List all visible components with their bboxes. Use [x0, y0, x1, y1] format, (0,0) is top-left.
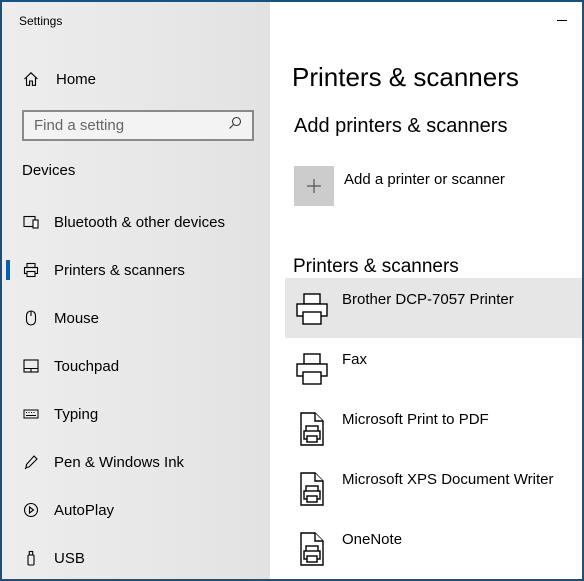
sidebar-item-label: Bluetooth & other devices — [54, 213, 225, 231]
sidebar-item-printers[interactable]: Printers & scanners — [2, 246, 270, 294]
sidebar-item-label: AutoPlay — [54, 501, 115, 519]
sidebar-item-typing[interactable]: Typing — [2, 390, 270, 438]
printer-name: Brother DCP-7057 Printer — [342, 291, 514, 308]
printer-icon — [23, 262, 39, 278]
section-heading-devices: Devices — [22, 162, 76, 179]
devices-nav: Bluetooth & other devices Printers & sca… — [2, 198, 270, 579]
minimize-icon — [557, 19, 567, 21]
minimize-button[interactable] — [556, 14, 568, 26]
sidebar-item-label: Pen & Windows Ink — [54, 453, 185, 471]
sidebar-item-bluetooth[interactable]: Bluetooth & other devices — [2, 198, 270, 246]
add-printer-label: Add a printer or scanner — [344, 171, 505, 188]
autoplay-icon — [23, 502, 39, 518]
usb-icon — [23, 550, 39, 566]
add-printer-button[interactable]: Add a printer or scanner — [294, 166, 505, 206]
sidebar-item-touchpad[interactable]: Touchpad — [2, 342, 270, 390]
search-icon[interactable] — [228, 116, 242, 135]
mouse-icon — [23, 310, 39, 326]
sidebar-item-usb[interactable]: USB — [2, 534, 270, 579]
sidebar-item-pen[interactable]: Pen & Windows Ink — [2, 438, 270, 486]
sidebar-item-label: Typing — [54, 405, 99, 423]
sidebar-item-label: Printers & scanners — [54, 261, 185, 279]
keyboard-icon — [23, 406, 39, 422]
home-label: Home — [56, 70, 97, 88]
sidebar-item-mouse[interactable]: Mouse — [2, 294, 270, 342]
pen-icon — [23, 454, 39, 470]
printer-item[interactable]: Fax — [285, 338, 582, 398]
printers-list-heading: Printers & scanners — [293, 256, 459, 277]
printer-item[interactable]: OneNote — [285, 518, 582, 578]
app-title: Settings — [19, 14, 63, 28]
sidebar-item-label: USB — [54, 549, 85, 567]
settings-window: Settings Home Devices — [0, 0, 584, 581]
search-box[interactable] — [22, 110, 254, 141]
sidebar-item-label: Touchpad — [54, 357, 120, 375]
printer-name: Microsoft Print to PDF — [342, 411, 489, 428]
main-content: Printers & scanners Add printers & scann… — [270, 2, 582, 579]
printer-icon — [295, 350, 329, 388]
printer-item[interactable]: Microsoft Print to PDF — [285, 398, 582, 458]
add-section-title: Add printers & scanners — [294, 115, 508, 137]
search-input[interactable] — [34, 117, 214, 134]
add-tile[interactable] — [294, 166, 334, 206]
sidebar: Settings Home Devices — [2, 2, 270, 579]
sidebar-item-autoplay[interactable]: AutoPlay — [2, 486, 270, 534]
document-printer-icon — [295, 470, 329, 508]
plus-icon — [307, 179, 321, 193]
printer-name: OneNote — [342, 531, 403, 548]
printer-name: Microsoft XPS Document Writer — [342, 471, 554, 488]
home-nav-item[interactable]: Home — [2, 66, 270, 92]
touchpad-icon — [23, 358, 39, 374]
home-icon — [23, 71, 39, 87]
bluetooth-devices-icon — [23, 214, 39, 230]
printer-item[interactable]: Brother DCP-7057 Printer — [285, 278, 582, 338]
printer-item[interactable]: Microsoft XPS Document Writer — [285, 458, 582, 518]
sidebar-item-label: Mouse — [54, 309, 100, 327]
document-printer-icon — [295, 530, 329, 568]
printer-icon — [295, 290, 329, 328]
printers-list: Brother DCP-7057 Printer Fax Microsoft P… — [285, 278, 582, 578]
printer-name: Fax — [342, 351, 368, 368]
page-title: Printers & scanners — [292, 62, 519, 92]
document-printer-icon — [295, 410, 329, 448]
